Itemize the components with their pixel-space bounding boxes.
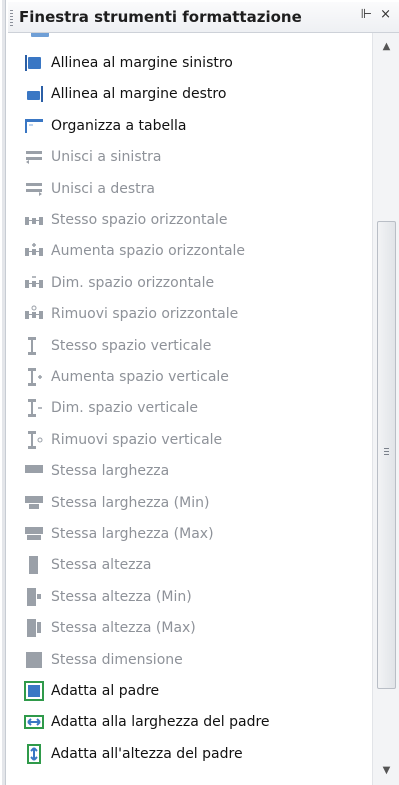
thumb-grip-icon: [384, 448, 389, 457]
same-height-max-icon: [23, 617, 45, 639]
same-height-min-icon: [23, 586, 45, 608]
tool-item[interactable]: Unisci a sinistra: [8, 142, 370, 172]
tool-item-label: Adatta all'altezza del padre: [51, 745, 243, 762]
clipped-item-icon: [31, 33, 49, 37]
tool-item[interactable]: Adatta al padre: [8, 676, 370, 706]
tool-list: Allinea al margine sinistro Allinea al ma…: [8, 33, 370, 785]
same-height-icon: [23, 554, 45, 576]
tool-item-label: Unisci a destra: [51, 180, 155, 197]
tool-item[interactable]: Stessa larghezza (Min): [8, 488, 370, 518]
fit-parent-height-icon: [23, 743, 45, 765]
decrease-hspace-icon: [23, 272, 45, 294]
tool-item[interactable]: Unisci a destra: [8, 174, 370, 204]
tool-item-label: Dim. spazio orizzontale: [51, 274, 215, 291]
tool-item[interactable]: Stesso spazio verticale: [8, 331, 370, 361]
scroll-thumb[interactable]: [377, 221, 396, 689]
same-width-icon: [23, 460, 45, 482]
decrease-vspace-icon: [23, 397, 45, 419]
fit-parent-icon: [23, 680, 45, 702]
tool-item[interactable]: Dim. spazio verticale: [8, 393, 370, 423]
tool-item-label: Rimuovi spazio orizzontale: [51, 306, 239, 323]
tool-item-label: Stessa altezza: [51, 557, 152, 574]
tool-item-label: Allinea al margine sinistro: [51, 55, 233, 71]
merge-left-icon: [23, 146, 45, 168]
tool-item-label: Allinea al margine destro: [51, 86, 227, 103]
align-left-icon: [23, 52, 45, 74]
remove-hspace-icon: [23, 303, 45, 325]
tool-item-label: Stesso spazio orizzontale: [51, 212, 228, 228]
tool-item-label: Adatta alla larghezza del padre: [51, 714, 270, 731]
panel-titlebar[interactable]: Finestra strumenti formattazione ⊩ ×: [8, 2, 399, 33]
same-width-min-icon: [23, 492, 45, 514]
scroll-down-button[interactable]: ▼: [373, 759, 399, 783]
fit-parent-width-icon: [23, 711, 45, 733]
tool-item-label: Aumenta spazio verticale: [51, 369, 229, 385]
tool-item-label: Organizza a tabella: [51, 117, 187, 134]
pin-close-icon[interactable]: ⊩ ×: [361, 7, 393, 22]
tool-item-label: Dim. spazio verticale: [51, 400, 199, 417]
tool-item-label: Stessa larghezza: [51, 463, 170, 480]
tool-item[interactable]: Stessa larghezza: [8, 456, 370, 486]
same-width-max-icon: [23, 523, 45, 545]
tool-item[interactable]: Adatta alla larghezza del padre: [8, 707, 370, 737]
tool-item[interactable]: Organizza a tabella: [8, 111, 370, 141]
merge-right-icon: [23, 178, 45, 200]
scroll-up-button[interactable]: ▲: [373, 35, 399, 59]
remove-vspace-icon: [23, 429, 45, 451]
tool-item[interactable]: Aumenta spazio verticale: [8, 362, 370, 392]
formatting-tools-panel: Finestra strumenti formattazione ⊩ × All…: [0, 0, 399, 785]
tool-item-label: Rimuovi spazio verticale: [51, 431, 223, 448]
tool-item-label: Aumenta spazio orizzontale: [51, 243, 246, 260]
tool-item[interactable]: Stessa dimensione: [8, 645, 370, 675]
drag-grip-icon[interactable]: [10, 10, 13, 26]
tool-item-label: Stesso spazio verticale: [51, 337, 212, 354]
tool-item-label: Stessa larghezza (Min): [51, 494, 210, 511]
tool-item[interactable]: Stessa larghezza (Max): [8, 519, 370, 549]
tool-item[interactable]: Aumenta spazio orizzontale: [8, 236, 370, 266]
same-size-icon: [23, 649, 45, 671]
increase-vspace-icon: [23, 366, 45, 388]
tool-item[interactable]: Dim. spazio orizzontale: [8, 268, 370, 298]
equal-hspace-icon: [23, 209, 45, 231]
tool-item-label: Stessa altezza (Min): [51, 588, 192, 605]
vertical-scrollbar[interactable]: ▲ ▼: [372, 33, 399, 785]
tool-item[interactable]: Stessa altezza: [8, 550, 370, 580]
tool-item[interactable]: Stessa altezza (Min): [8, 582, 370, 612]
tool-item[interactable]: Stesso spazio orizzontale: [8, 205, 370, 235]
equal-vspace-icon: [23, 335, 45, 357]
tool-item-label: Adatta al padre: [51, 683, 160, 699]
dock-edge: [0, 0, 7, 785]
table-layout-icon: [23, 115, 45, 137]
tool-item-label: Stessa dimensione: [51, 651, 183, 668]
panel-title: Finestra strumenti formattazione: [19, 8, 302, 26]
increase-hspace-icon: [23, 240, 45, 262]
tool-item-label: Unisci a sinistra: [51, 149, 162, 166]
tool-item[interactable]: Rimuovi spazio verticale: [8, 425, 370, 455]
tool-item[interactable]: Rimuovi spazio orizzontale: [8, 299, 370, 329]
tool-item[interactable]: Allinea al margine sinistro: [8, 48, 370, 78]
tool-item[interactable]: Stessa altezza (Max): [8, 613, 370, 643]
tool-item[interactable]: Allinea al margine destro: [8, 79, 370, 109]
align-right-icon: [23, 83, 45, 105]
tool-item-label: Stessa larghezza (Max): [51, 526, 214, 542]
tool-item-label: Stessa altezza (Max): [51, 620, 196, 637]
tool-item[interactable]: Adatta all'altezza del padre: [8, 739, 370, 769]
